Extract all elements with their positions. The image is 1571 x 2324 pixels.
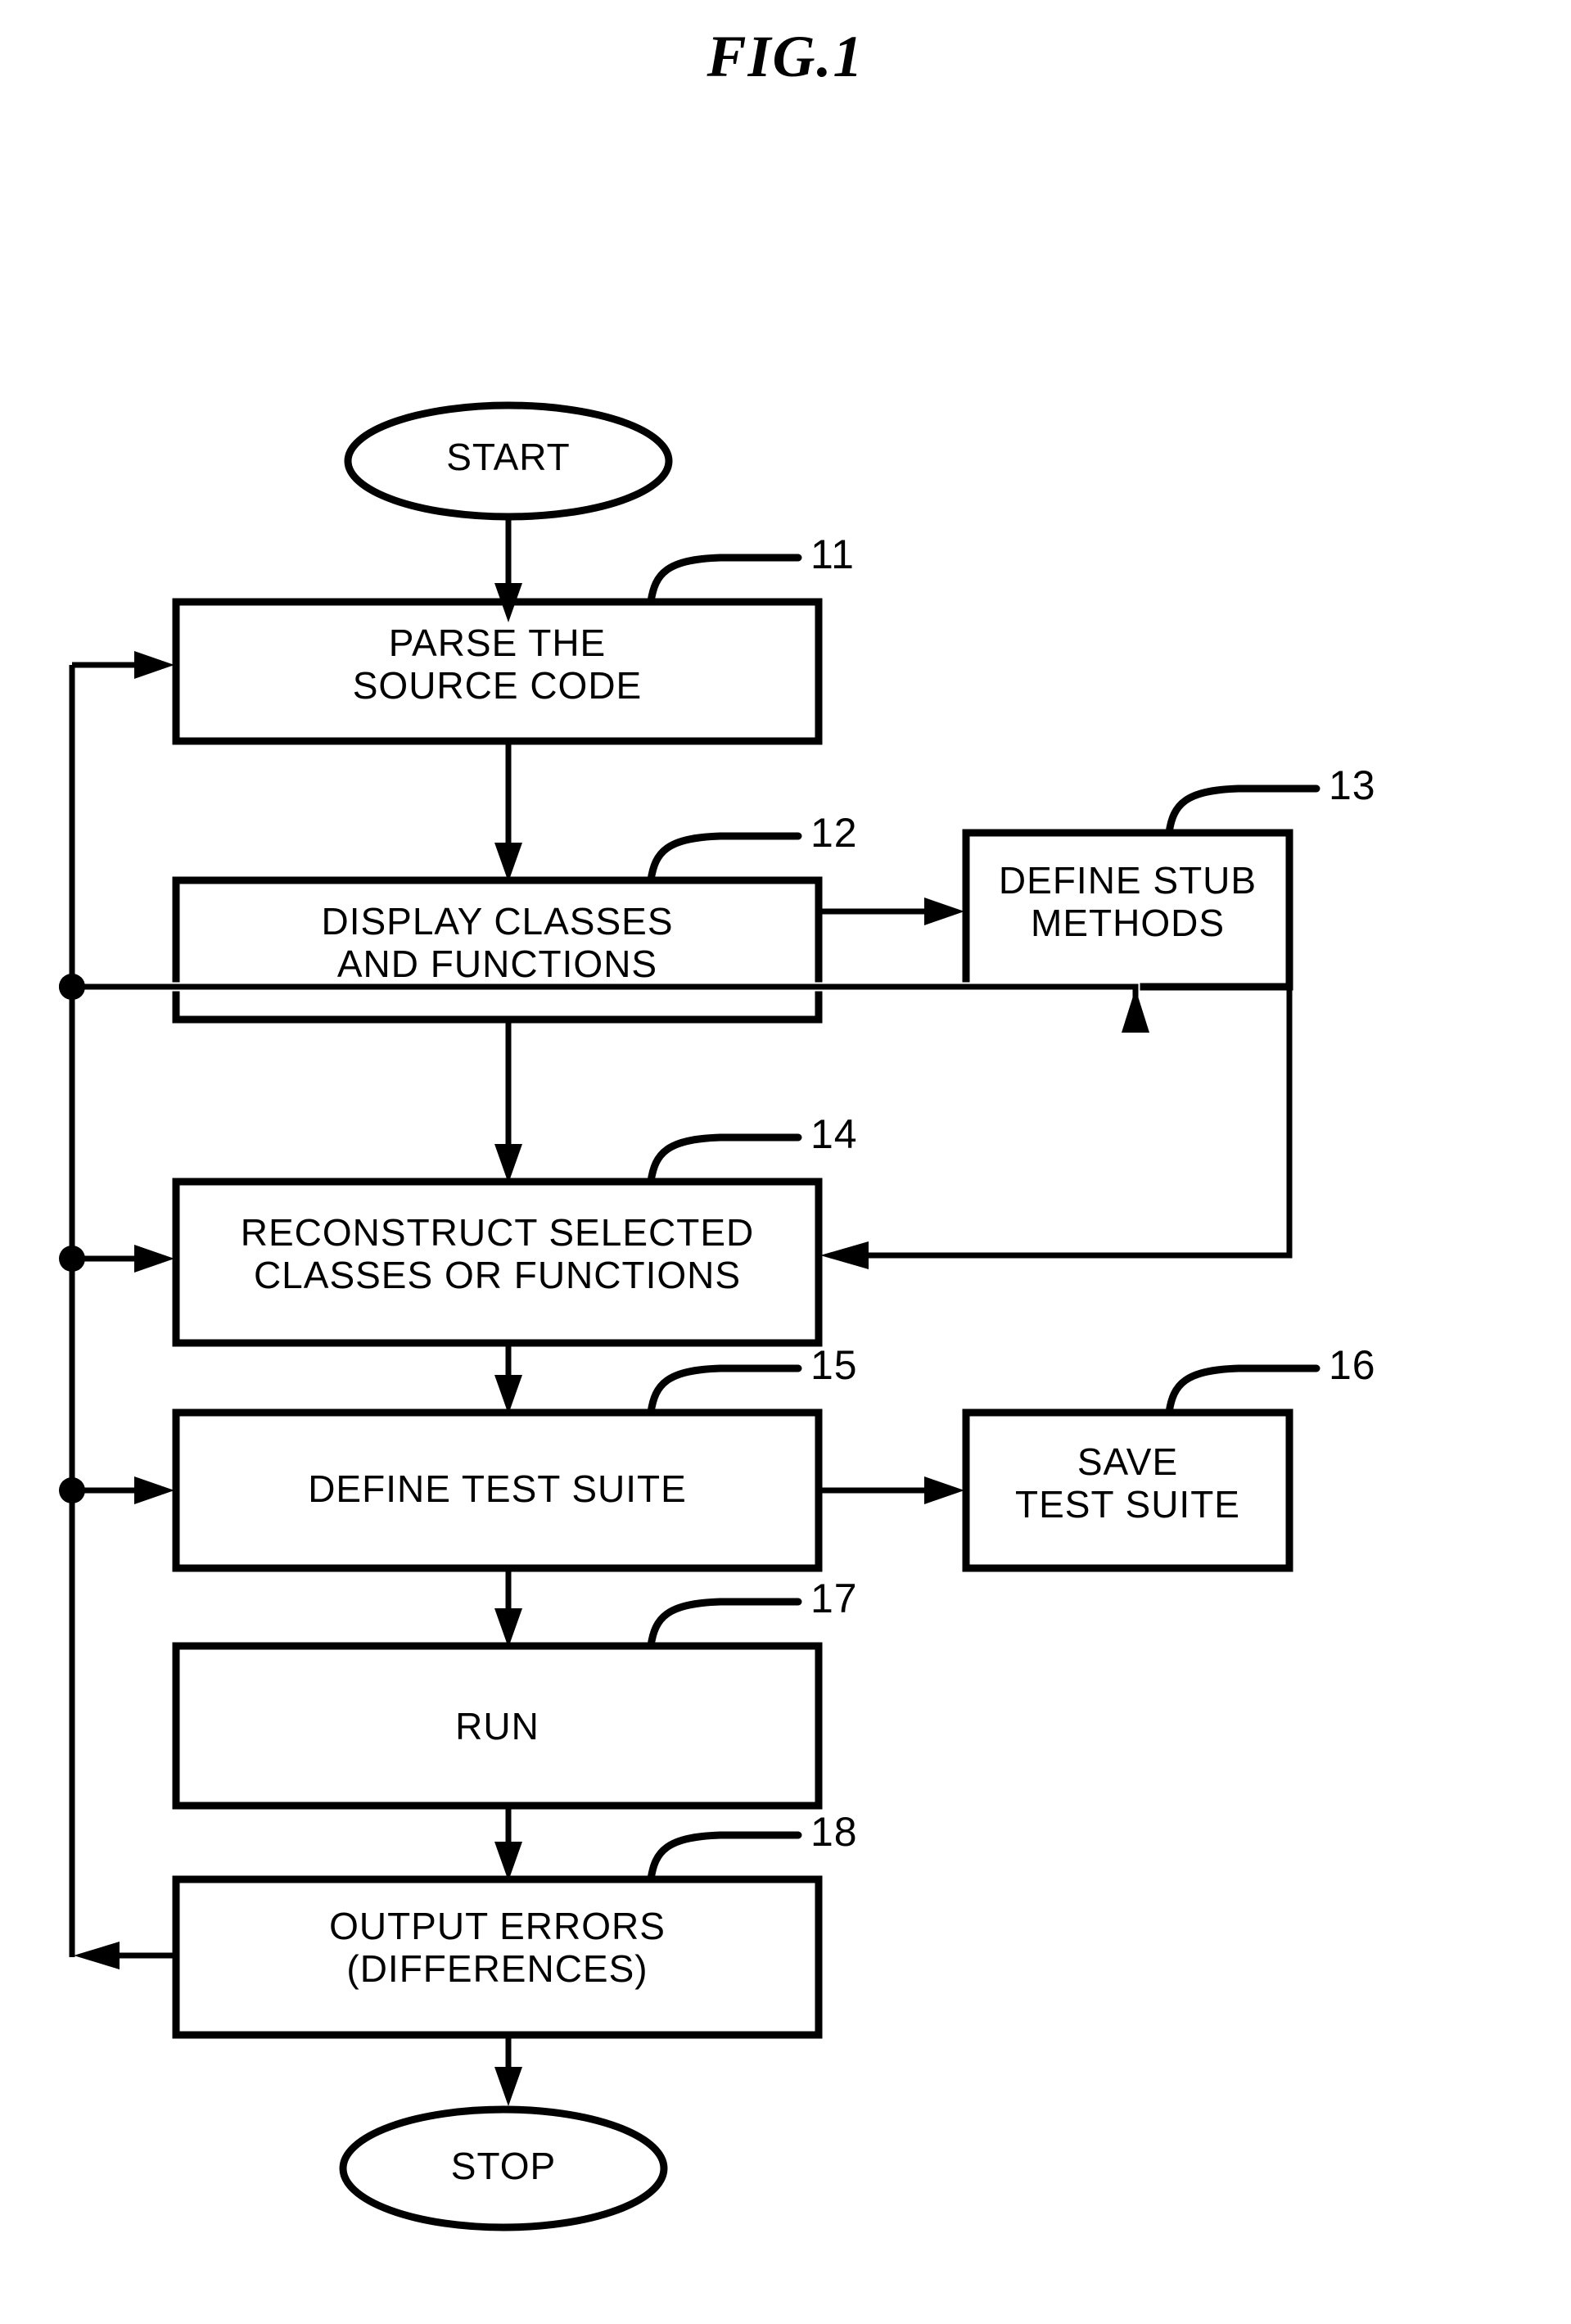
step-label-18: OUTPUT ERRORS (DIFFERENCES)	[329, 1905, 666, 1990]
step-label-17: RUN	[455, 1705, 539, 1748]
arrowhead-12-to-13	[924, 897, 964, 925]
leader-line-16	[1165, 1364, 1320, 1417]
leader-line-15	[647, 1364, 802, 1417]
arrowhead-12-to-14	[494, 1144, 522, 1183]
reference-numeral-14: 14	[810, 1111, 858, 1157]
leader-line-17	[647, 1598, 802, 1650]
leader-line-14	[647, 1133, 802, 1186]
step-label-12: DISPLAY CLASSES AND FUNCTIONS	[321, 900, 674, 985]
arrowhead-18-to-stop	[494, 2067, 522, 2106]
reference-numeral-18: 18	[810, 1809, 858, 1855]
arrowhead-11-to-12	[494, 843, 522, 882]
reference-numeral-16: 16	[1329, 1342, 1376, 1388]
step-label-14: RECONSTRUCT SELECTED CLASSES OR FUNCTION…	[240, 1211, 755, 1296]
reference-numeral-11: 11	[810, 531, 855, 577]
stop-terminal-label: STOP	[450, 2145, 557, 2187]
edge-13-to-14	[864, 987, 1293, 1259]
arrowhead-feedback-to-11	[134, 651, 174, 679]
leader-line-18	[647, 1831, 802, 1883]
arrowhead-feedback-to-15	[134, 1476, 174, 1504]
start-terminal-label: START	[446, 436, 571, 478]
step-label-11: PARSE THE SOURCE CODE	[352, 622, 643, 707]
reference-numeral-13: 13	[1329, 762, 1376, 808]
leader-line-13	[1165, 784, 1320, 837]
reference-numeral-12: 12	[810, 810, 858, 856]
leader-line-12	[647, 832, 802, 884]
step-label-16: SAVE TEST SUITE	[1015, 1440, 1240, 1526]
arrowhead-15-to-17	[494, 1608, 522, 1648]
reference-numeral-17: 17	[810, 1576, 858, 1621]
step-label-15: DEFINE TEST SUITE	[308, 1467, 687, 1510]
arrowhead-17-to-18	[494, 1842, 522, 1881]
arrowhead-15-to-16	[924, 1476, 964, 1504]
arrowhead-18-to-bus	[74, 1942, 120, 1969]
arrowhead-feedback-to-14	[134, 1245, 174, 1273]
arrowhead-13-to-14	[820, 1241, 869, 1269]
reference-numeral-15: 15	[810, 1342, 858, 1388]
arrowhead-feedback-to-13	[1122, 988, 1149, 1033]
leader-line-11	[647, 554, 802, 606]
arrowhead-14-to-15	[494, 1375, 522, 1414]
step-label-13: DEFINE STUB METHODS	[998, 859, 1257, 944]
